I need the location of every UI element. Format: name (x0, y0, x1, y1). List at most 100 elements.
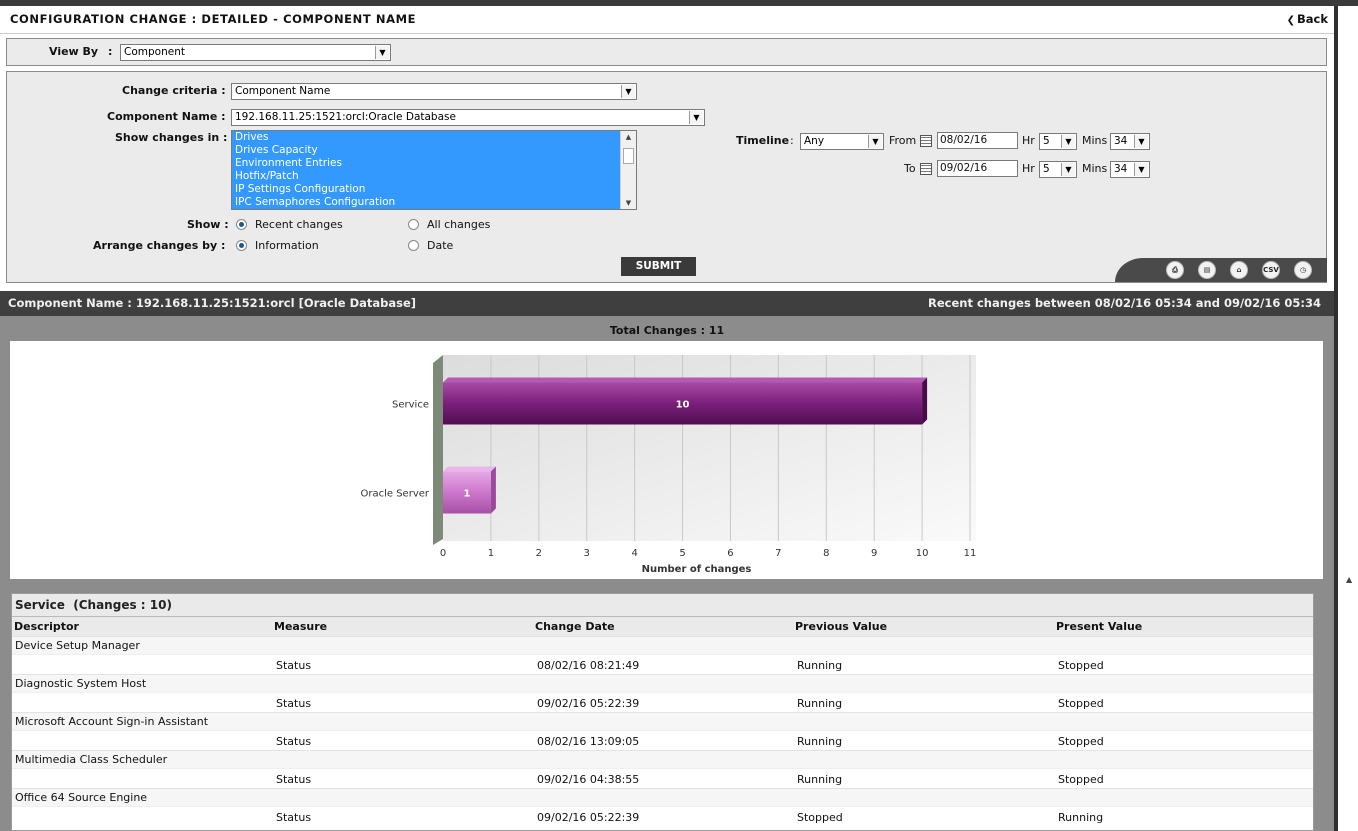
timeline-select[interactable]: Any ▼ (800, 133, 884, 150)
page-header: CONFIGURATION CHANGE : DETAILED - COMPON… (0, 6, 1334, 34)
submit-button[interactable]: SUBMIT (621, 257, 696, 276)
back-link[interactable]: ❮ Back (1287, 12, 1328, 26)
summary-component: Component Name : 192.168.11.25:1521:orcl… (8, 296, 417, 310)
radio-information-label: Information (255, 239, 319, 252)
component-name-label: Component Name : (107, 110, 226, 123)
x-tick-label: 10 (916, 548, 929, 559)
timer-icon[interactable]: ◷ (1294, 261, 1312, 279)
cell-change-date: 08/02/16 13:09:05 (537, 735, 640, 748)
from-hr-select[interactable]: 5 ▼ (1039, 133, 1077, 150)
chevron-left-icon: ❮ (1286, 15, 1295, 26)
chevron-down-icon: ▼ (689, 111, 703, 124)
cell-descriptor: Office 64 Source Engine (15, 791, 148, 804)
show-changes-listbox[interactable]: Drives Drives Capacity Environment Entries… (231, 130, 637, 210)
radio-date[interactable] (408, 240, 419, 251)
timeline-value: Any (804, 135, 825, 147)
from-mins-label: Mins (1082, 134, 1108, 147)
cell-measure: Status (276, 735, 312, 748)
radio-all-changes[interactable] (408, 219, 419, 230)
listbox-scrollbar[interactable]: ▲ ▼ (620, 131, 636, 209)
table-row-descriptor: Device Setup Manager (12, 636, 1313, 654)
summary-band: Component Name : 192.168.11.25:1521:orcl… (0, 291, 1334, 316)
from-date-value: 08/02/16 (940, 134, 988, 146)
home-icon[interactable]: ⌂ (1230, 261, 1248, 279)
x-tick-label: 8 (823, 548, 829, 559)
listbox-option[interactable]: IPC Semaphores Configuration (232, 196, 636, 209)
col-present-value: Present Value (1056, 620, 1143, 633)
cell-descriptor: Diagnostic System Host (15, 677, 147, 690)
y-category-label: Oracle Server (360, 489, 429, 500)
from-label: From (889, 134, 917, 147)
view-by-panel: View By : Component ▼ (6, 38, 1327, 66)
table-row: Status 09/02/16 05:22:39 Stopped Running (12, 806, 1313, 826)
print-icon[interactable]: ⎙ (1166, 261, 1184, 279)
table-row-descriptor: Office 64 Source Engine (12, 788, 1313, 806)
right-edge (1334, 6, 1338, 831)
from-date-input[interactable]: 08/02/16 (937, 132, 1018, 149)
change-criteria-label: Change criteria : (122, 84, 226, 97)
to-date-input[interactable]: 09/02/16 (937, 160, 1018, 177)
to-mins-label: Mins (1082, 162, 1108, 175)
radio-all-changes-label: All changes (427, 218, 491, 231)
to-mins-value: 34 (1114, 163, 1128, 175)
cell-descriptor: Multimedia Class Scheduler (15, 753, 168, 766)
total-changes: Total Changes : 11 (609, 324, 725, 337)
listbox-option[interactable]: Hotfix/Patch (232, 170, 636, 183)
x-tick-label: 0 (440, 548, 446, 559)
x-tick-label: 6 (727, 548, 733, 559)
to-hr-select[interactable]: 5 ▼ (1039, 161, 1077, 178)
table-title: Service (Changes : 10) (12, 594, 1313, 616)
table-header: Descriptor Measure Change Date Previous … (12, 616, 1313, 636)
from-mins-select[interactable]: 34 ▼ (1110, 133, 1150, 150)
to-label: To (904, 162, 916, 175)
calendar-icon[interactable] (920, 163, 932, 175)
chevron-down-icon: ▼ (621, 85, 635, 98)
table-row: Status 09/02/16 04:38:55 Running Stopped (12, 768, 1313, 788)
calendar-icon[interactable] (920, 135, 932, 147)
cell-change-date: 09/02/16 05:22:39 (537, 697, 640, 710)
cell-change-date: 08/02/16 08:21:49 (537, 659, 640, 672)
listbox-option[interactable]: Drives (232, 131, 636, 144)
scroll-up-icon[interactable]: ▲ (1346, 575, 1352, 584)
listbox-option[interactable]: Environment Entries (232, 157, 636, 170)
from-mins-value: 34 (1114, 135, 1128, 147)
table-row: Status 09/02/16 05:22:39 Running Stopped (12, 692, 1313, 712)
changes-table: Service (Changes : 10) Descriptor Measur… (11, 593, 1314, 831)
chevron-down-icon: ▼ (1061, 163, 1075, 176)
x-tick-label: 9 (871, 548, 877, 559)
from-hr-label: Hr (1022, 134, 1035, 147)
view-by-label: View By (49, 45, 99, 58)
radio-recent-changes[interactable] (236, 219, 247, 230)
scroll-thumb[interactable] (623, 148, 634, 164)
component-name-select[interactable]: 192.168.11.25:1521:orcl:Oracle Database … (231, 109, 705, 126)
table-body: Device Setup Manager Status 08/02/16 08:21… (12, 636, 1313, 826)
from-hr-value: 5 (1043, 135, 1050, 147)
arrange-label: Arrange changes by : (93, 239, 226, 252)
radio-information[interactable] (236, 240, 247, 251)
to-mins-select[interactable]: 34 ▼ (1110, 161, 1150, 178)
listbox-option[interactable]: Drives Capacity (232, 144, 636, 157)
summary-range: Recent changes between 08/02/16 05:34 an… (928, 296, 1321, 310)
x-tick-label: 7 (775, 548, 781, 559)
cell-previous-value: Stopped (797, 811, 843, 824)
cell-previous-value: Running (797, 773, 843, 786)
change-criteria-select[interactable]: Component Name ▼ (231, 83, 637, 100)
scroll-up-icon[interactable]: ▲ (621, 131, 636, 143)
chevron-down-icon: ▼ (1134, 163, 1148, 176)
bar-side (490, 466, 496, 514)
cell-measure: Status (276, 697, 312, 710)
show-changes-in-label: Show changes in : (115, 131, 228, 144)
bar-top (443, 466, 496, 472)
csv-icon[interactable]: CSV (1262, 261, 1280, 279)
cell-present-value: Stopped (1058, 659, 1104, 672)
table-row: Status 08/02/16 13:09:05 Running Stopped (12, 730, 1313, 750)
cell-measure: Status (276, 773, 312, 786)
chart-area: 0 1 2 3 4 5 6 7 8 9 10 11 10 Service 1 Oracle Server Num… (10, 341, 1323, 579)
table-title-name: Service (15, 598, 65, 612)
view-by-select[interactable]: Component ▼ (120, 44, 391, 61)
to-date-value: 09/02/16 (940, 162, 988, 174)
col-measure: Measure (274, 620, 328, 633)
pdf-icon[interactable]: ▤ (1198, 261, 1216, 279)
scroll-down-icon[interactable]: ▼ (621, 197, 636, 209)
listbox-option[interactable]: IP Settings Configuration (232, 183, 636, 196)
